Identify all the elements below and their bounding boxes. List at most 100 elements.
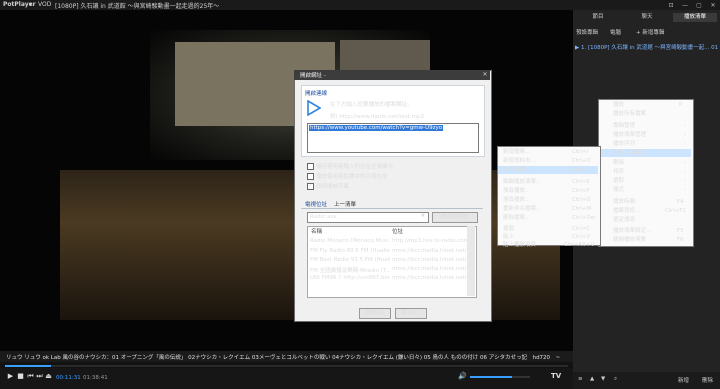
- tab-recent-list[interactable]: 上一清單: [334, 200, 356, 208]
- menu-shortcut: Ctrl+D: [572, 197, 591, 203]
- menu-label: 刪除檔案...: [503, 215, 531, 221]
- tab-playlist[interactable]: 播放清單: [673, 13, 717, 22]
- time-total: 01:38:41: [83, 375, 108, 381]
- table-row[interactable]: FM Fly Radio 89.5 FM (Hualie...: [310, 248, 390, 254]
- chevron-right-icon: ›: [684, 150, 687, 156]
- chevron-down-icon[interactable]: ▼: [421, 213, 425, 219]
- menu-item-play-all[interactable]: 播放所有檔案: [599, 110, 691, 118]
- menu-item-search[interactable]: 選定搜尋: [599, 216, 691, 224]
- menu-item-style[interactable]: 樣式 ›: [599, 186, 691, 194]
- url-input-value[interactable]: https://www.youtube.com/watch?v=gmw-U9zy…: [309, 125, 444, 131]
- table-row[interactable]: UNI FM96.7 http://uni967.blog...: [310, 275, 390, 281]
- menu-label: 編輯播放清單...: [503, 179, 542, 185]
- menu-shortcut: Ctrl+C: [572, 226, 591, 232]
- menu-item-select[interactable]: 選取 ›: [599, 177, 691, 185]
- menu-item-copy[interactable]: 複製 Ctrl+C: [498, 225, 598, 233]
- up-icon[interactable]: ▲: [590, 376, 594, 382]
- menu-item-play-time[interactable]: 播放時間 F4: [599, 198, 691, 206]
- search-icon[interactable]: ⌕: [614, 376, 617, 383]
- menu-item-album[interactable]: 專輯管理 ›: [599, 122, 691, 130]
- menu-item-rename[interactable]: 重新命名檔案... Ctrl+M: [498, 205, 598, 213]
- menu-item-close-playlist[interactable]: 關閉播放清單 F6: [599, 236, 691, 244]
- subtitle-checkbox[interactable]: ✓: [307, 183, 314, 190]
- save-address-checkbox[interactable]: [307, 163, 314, 170]
- menu-item-add-file[interactable]: 新增檔案... Ctrl+I: [498, 148, 598, 156]
- table-cell-address[interactable]: http://mp3.live.tv-radio.com/: [392, 238, 467, 244]
- play-button[interactable]: 播放(O): [359, 308, 391, 319]
- subtitle-label: 同時開啟字幕: [316, 184, 350, 190]
- menu-label: 樣式: [613, 187, 625, 193]
- table-cell-address[interactable]: mms://bcr.media.hinet.net/R...: [392, 266, 467, 272]
- album-default[interactable]: 預設專輯: [576, 28, 598, 36]
- hint-text: 在下方輸入您要播放的檔案網址。: [330, 102, 413, 108]
- clipboard-checkbox[interactable]: [307, 173, 314, 180]
- tab-chapters[interactable]: 節目: [577, 13, 619, 22]
- menu-label: 刪除: [613, 160, 625, 166]
- menu-label: 選定搜尋: [613, 217, 636, 223]
- menu-shortcut: Ctrl+V: [572, 234, 591, 240]
- menu-item-file-info[interactable]: 檔案資訊... Ctrl+F1: [599, 207, 691, 215]
- menu-item-sequence[interactable]: 播放序列 ›: [599, 140, 691, 148]
- list-select[interactable]: Radio.asx: [307, 212, 429, 223]
- cancel-button[interactable]: 取消(C): [395, 308, 427, 319]
- volume-icon[interactable]: 🔊: [458, 372, 467, 381]
- menu-label: 播放時間: [613, 199, 636, 205]
- menu-item-edit-playlist[interactable]: 編輯播放清單... Ctrl+E: [498, 178, 598, 186]
- menu-item-playlist-settings[interactable]: 播放清單設定... F5: [599, 227, 691, 235]
- menu-item-search-1[interactable]: 搜尋播放... Ctrl+F: [498, 187, 598, 195]
- menu-label: 貼上: [503, 234, 515, 240]
- tab-chat[interactable]: 聊天: [626, 13, 668, 22]
- album-computer[interactable]: 電腦: [610, 28, 621, 36]
- menu-label: 新增檔案...: [503, 149, 531, 155]
- menu-item-paste[interactable]: 貼上 Ctrl+V: [498, 233, 598, 241]
- down-icon[interactable]: ▼: [601, 376, 605, 382]
- table-scrollbar[interactable]: [467, 226, 475, 296]
- table-row[interactable]: FM Best Radio 93.5 FM (Hualie...: [310, 257, 390, 263]
- table-cell-address[interactable]: mms://bcr.media.hinet.net/R...: [392, 248, 467, 254]
- open-folder-button[interactable]: 開啟資料夾: [432, 212, 478, 223]
- menu-item-add-folder[interactable]: 新增資料夾... Ctrl+O: [498, 157, 598, 165]
- menu-shortcut: Ctrl+E: [572, 179, 590, 185]
- tab-tv-address[interactable]: 電視位址: [305, 200, 327, 208]
- column-address[interactable]: 位址: [392, 227, 403, 235]
- chevron-right-icon: ›: [684, 178, 687, 184]
- add-button[interactable]: 新增: [678, 376, 689, 384]
- menu-label: 檔案資訊...: [613, 208, 641, 214]
- menu-label: 新增資料夾...: [503, 158, 536, 164]
- play-icon[interactable]: ▶: [6, 372, 15, 381]
- menu-item-delete[interactable]: 刪除 ›: [599, 159, 691, 167]
- table-cell-address[interactable]: mms://bcr.media.hinet.net/R...: [392, 275, 467, 281]
- next-icon[interactable]: ⏭: [35, 372, 44, 381]
- menu-icon[interactable]: ≡: [578, 376, 583, 382]
- url-input[interactable]: https://www.youtube.com/watch?v=gmw-U9zy…: [307, 123, 479, 153]
- menu-item-paste-item[interactable]: 貼上播放項目 Ctrl+Alt+V: [498, 241, 598, 249]
- tv-badge[interactable]: TV: [551, 372, 561, 380]
- eject-icon[interactable]: ⏏: [44, 372, 53, 381]
- table-row[interactable]: Radio Monaco (Monaco,Musi...: [310, 238, 390, 244]
- app-menu-arrow[interactable]: ▾: [29, 1, 32, 8]
- menu-item-search-2[interactable]: 搜尋播放... Ctrl+D: [498, 196, 598, 204]
- play-large-icon: [307, 100, 321, 116]
- seek-track[interactable]: [5, 365, 568, 367]
- table-row[interactable]: FM 全國廣播音樂網-Mradio (T...: [310, 266, 390, 274]
- chevron-right-icon: ›: [684, 169, 687, 175]
- playlist-ticker: リュウ リュウ ok Lab 風の谷のナウシカ：01 オープニング「風の伝説」 …: [0, 351, 573, 362]
- menu-item-sort[interactable]: 排序 ›: [599, 168, 691, 176]
- prev-icon[interactable]: ⏮: [26, 372, 35, 381]
- menu-item-add-url[interactable]: 新增連線... Ctrl+U: [498, 166, 598, 174]
- clipboard-label: 播放使用剪貼簿中的可用位址: [316, 174, 388, 180]
- vod-tab[interactable]: VOD: [38, 1, 51, 8]
- stop-icon[interactable]: ■: [16, 372, 25, 381]
- add-album-button[interactable]: + 新增專輯: [636, 28, 664, 36]
- table-cell-address[interactable]: mms://bcr.media.hinet.net/R...: [392, 257, 467, 263]
- list-select-value: Radio.asx: [310, 214, 337, 220]
- menu-item-playlist-manage[interactable]: 播放清單管理 ›: [599, 131, 691, 139]
- column-name[interactable]: 名稱: [311, 227, 322, 235]
- playlist-item[interactable]: ▶ 1. [1080P] 久石讓 in 武道館 ～與宮崎駿動畫一起... 01:…: [575, 43, 718, 51]
- dialog-close-icon[interactable]: ✕: [480, 70, 490, 80]
- menu-item-play[interactable]: 播放 P: [599, 101, 691, 109]
- menu-item-add-edit[interactable]: 新增 & 編輯 ›: [599, 149, 691, 157]
- menu-item-delete-file[interactable]: 刪除檔案... Ctrl+Del: [498, 214, 598, 222]
- menu-label: 專輯管理: [613, 123, 636, 129]
- remove-button[interactable]: 刪除: [702, 376, 713, 384]
